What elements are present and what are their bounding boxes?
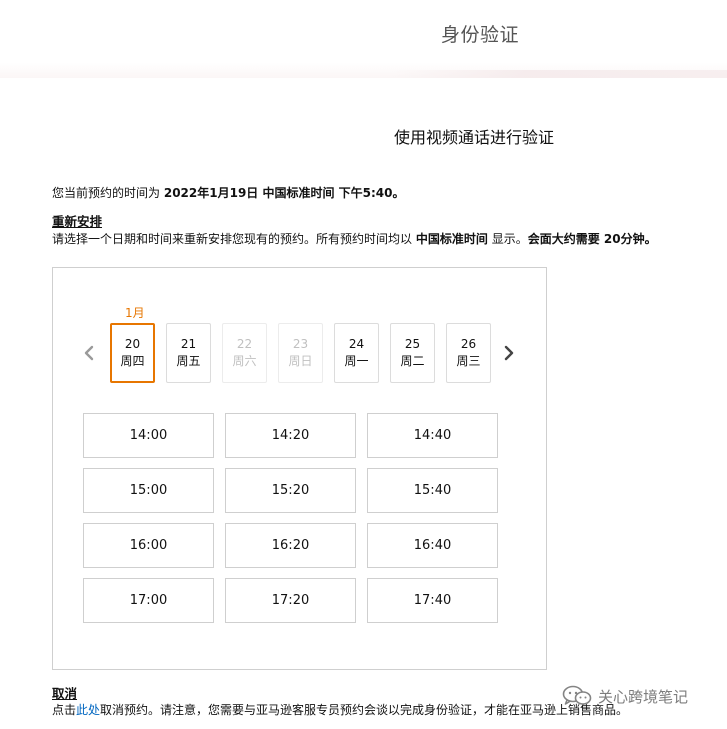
prev-week-button[interactable] bbox=[81, 342, 97, 364]
cancel-here-link[interactable]: 此处 bbox=[76, 703, 100, 717]
month-label: 1月 bbox=[125, 306, 145, 320]
reschedule-desc-c: 显示。 bbox=[491, 232, 528, 246]
cancel-title: 取消 bbox=[52, 686, 78, 701]
reschedule-desc-a: 请选择一个日期和时间来重新安排您现有的预约。所有预约时间均以 bbox=[52, 232, 413, 246]
day-weekday: 周二 bbox=[400, 354, 425, 368]
day-weekday: 周四 bbox=[120, 354, 145, 368]
reschedule-desc-b: 中国标准时间 bbox=[415, 232, 488, 246]
current-datetime: 2022年1月19日 中国标准时间 下午5:40 bbox=[163, 186, 393, 200]
current-prefix: 您当前预约的时间为 bbox=[52, 186, 161, 200]
cancel-desc-a: 点击 bbox=[52, 703, 77, 717]
reschedule-description: 请选择一个日期和时间来重新安排您现有的预约。所有预约时间均以 中国标准时间 显示… bbox=[52, 230, 657, 247]
day-number: 20 bbox=[124, 337, 141, 351]
day-number: 22 bbox=[236, 337, 253, 351]
reschedule-desc-d: 会面大约需要 20分钟。 bbox=[527, 232, 657, 246]
time-slot-button[interactable]: 17:40 bbox=[367, 578, 498, 623]
day-weekday: 周三 bbox=[456, 354, 481, 368]
time-slot-button[interactable]: 17:00 bbox=[83, 578, 214, 623]
day-weekday: 周一 bbox=[344, 354, 369, 368]
day-card[interactable]: 26 周三 bbox=[446, 323, 491, 383]
time-slot-button[interactable]: 17:20 bbox=[225, 578, 356, 623]
watermark-text: 关心跨境笔记 bbox=[598, 687, 689, 706]
time-slot-button[interactable]: 16:40 bbox=[367, 523, 498, 568]
time-slot-button[interactable]: 14:00 bbox=[83, 413, 214, 458]
cancel-desc-b: 取消预约。请注意，您需要与亚马逊客服专员预约会谈以完成身份验证，才能在亚马逊上销… bbox=[100, 703, 629, 717]
day-number: 25 bbox=[404, 337, 421, 351]
reschedule-title: 重新安排 bbox=[52, 214, 103, 229]
day-card: 23 周日 bbox=[278, 323, 323, 383]
day-number: 26 bbox=[460, 337, 477, 351]
day-number: 21 bbox=[180, 337, 197, 351]
page-title: 身份验证 bbox=[441, 24, 520, 46]
next-week-button[interactable] bbox=[501, 342, 517, 364]
time-slot-button[interactable]: 15:00 bbox=[83, 468, 214, 513]
day-card[interactable]: 25 周二 bbox=[390, 323, 435, 383]
time-slot-button[interactable]: 14:40 bbox=[367, 413, 498, 458]
time-slot-button[interactable]: 16:20 bbox=[225, 523, 356, 568]
cancel-description: 点击此处取消预约。请注意，您需要与亚马逊客服专员预约会谈以完成身份验证，才能在亚… bbox=[52, 701, 628, 718]
section-heading: 使用视频通话进行验证 bbox=[394, 128, 555, 147]
header-shadow bbox=[390, 70, 727, 78]
current-appointment: 您当前预约的时间为 2022年1月19日 中国标准时间 下午5:40。 bbox=[52, 184, 405, 201]
day-card[interactable]: 21 周五 bbox=[166, 323, 211, 383]
day-weekday: 周六 bbox=[232, 354, 257, 368]
appointment-picker: 1月 20 周四 21 周五 22 周六 23 周日 24 周一 25 周二 2… bbox=[52, 267, 547, 670]
chevron-left-icon bbox=[84, 345, 94, 361]
time-slot-button[interactable]: 15:20 bbox=[225, 468, 356, 513]
chevron-right-icon bbox=[504, 345, 514, 361]
header-band bbox=[0, 0, 727, 78]
day-card: 22 周六 bbox=[222, 323, 267, 383]
day-weekday: 周五 bbox=[176, 354, 201, 368]
time-slot-button[interactable]: 15:40 bbox=[367, 468, 498, 513]
watermark: 关心跨境笔记 bbox=[562, 684, 688, 708]
day-card[interactable]: 20 周四 bbox=[110, 323, 155, 383]
current-suffix: 。 bbox=[392, 186, 405, 200]
day-card[interactable]: 24 周一 bbox=[334, 323, 379, 383]
time-slot-button[interactable]: 14:20 bbox=[225, 413, 356, 458]
day-weekday: 周日 bbox=[288, 354, 313, 368]
day-number: 24 bbox=[348, 337, 365, 351]
wechat-icon bbox=[562, 685, 592, 705]
time-slot-button[interactable]: 16:00 bbox=[83, 523, 214, 568]
day-number: 23 bbox=[292, 337, 309, 351]
